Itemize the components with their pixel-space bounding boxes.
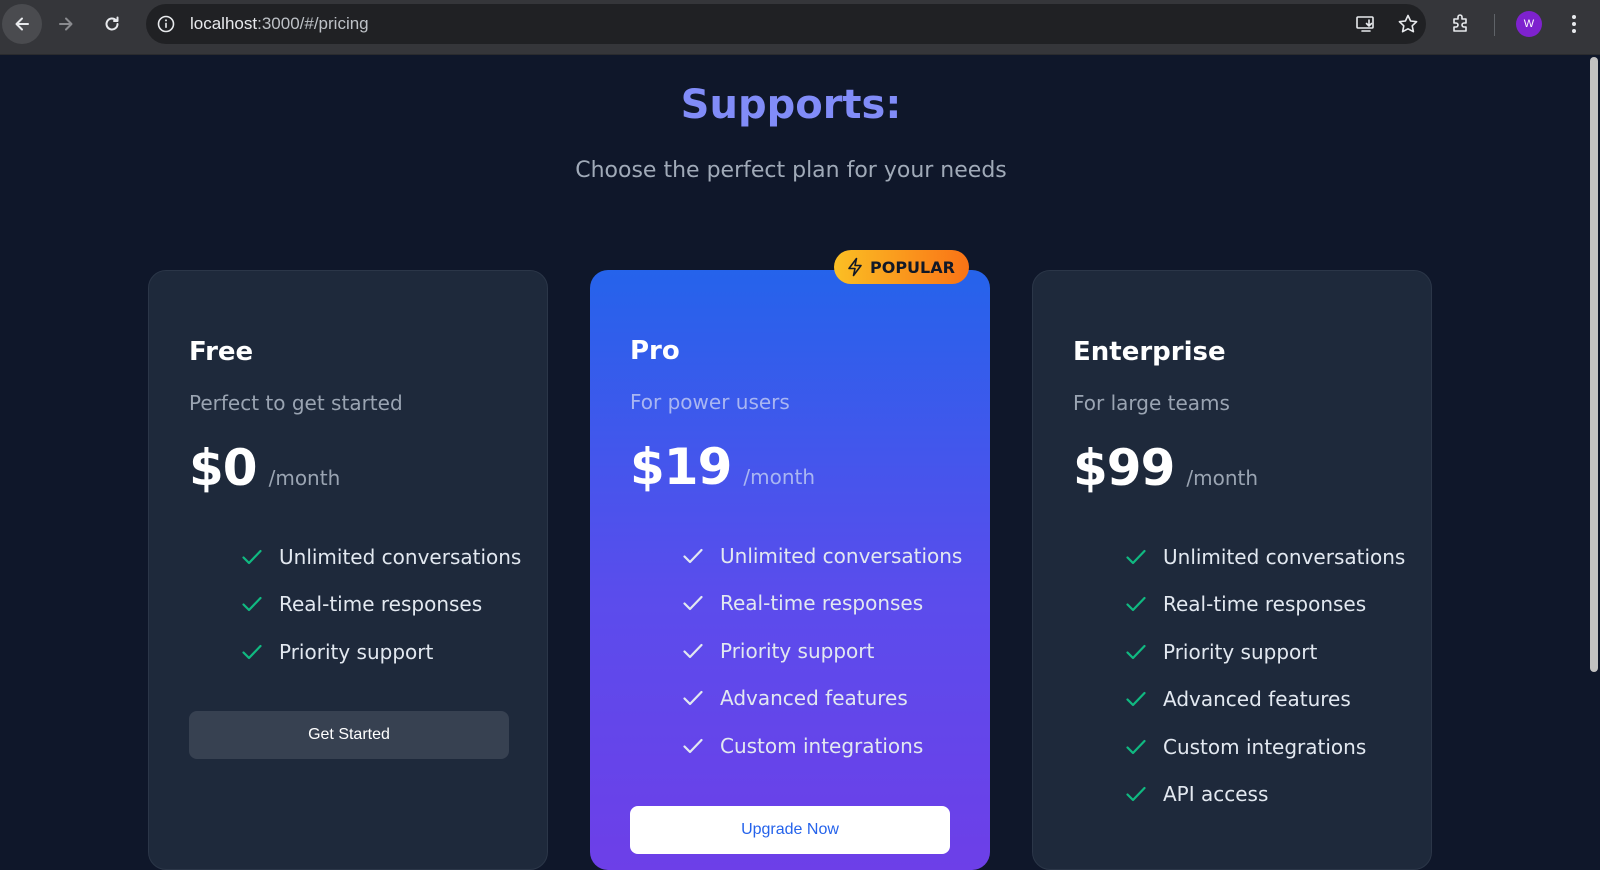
plan-card-free: Free Perfect to get started $0 /month Un… <box>148 270 548 870</box>
price-row: $0 /month <box>189 439 340 497</box>
check-icon <box>1125 783 1147 805</box>
get-started-button[interactable]: Get Started <box>189 711 509 759</box>
feature-label: Advanced features <box>720 686 908 711</box>
plan-period: /month <box>268 466 341 490</box>
feature-label: Priority support <box>279 639 434 664</box>
browser-menu-icon[interactable] <box>1560 8 1588 40</box>
price-row: $19 /month <box>630 438 815 496</box>
feature-label: Custom integrations <box>720 733 924 758</box>
feature-list: Unlimited conversations Real-time respon… <box>682 532 962 770</box>
page-title: Supports: <box>680 82 902 128</box>
check-icon <box>1125 736 1147 758</box>
check-icon <box>241 546 263 568</box>
profile-avatar[interactable]: W <box>1516 11 1542 37</box>
feature-item: Priority support <box>1125 628 1405 676</box>
plan-description: For power users <box>630 390 790 414</box>
feature-item: Priority support <box>682 627 962 675</box>
scrollbar-thumb[interactable] <box>1590 57 1598 672</box>
feature-item: Unlimited conversations <box>241 533 521 581</box>
feature-label: Priority support <box>1163 639 1318 664</box>
url-text[interactable]: localhost:3000/#/pricing <box>190 14 369 34</box>
check-icon <box>1125 641 1147 663</box>
back-button[interactable] <box>2 4 42 44</box>
feature-item: Real-time responses <box>682 580 962 628</box>
feature-list: Unlimited conversations Real-time respon… <box>241 533 521 676</box>
plan-name: Pro <box>630 336 680 366</box>
feature-label: Unlimited conversations <box>1163 544 1406 569</box>
feature-item: Real-time responses <box>1125 581 1405 629</box>
url-path: :3000/#/pricing <box>257 14 369 33</box>
feature-label: Advanced features <box>1163 687 1351 712</box>
feature-item: Custom integrations <box>682 722 962 770</box>
check-icon <box>241 641 263 663</box>
feature-item: Priority support <box>241 628 521 676</box>
extensions-puzzle-icon[interactable] <box>1446 8 1476 38</box>
reload-icon <box>105 16 119 31</box>
feature-label: Unlimited conversations <box>720 543 963 568</box>
url-host: localhost <box>190 14 258 33</box>
check-icon <box>682 545 704 567</box>
check-icon <box>241 593 263 615</box>
reload-button[interactable] <box>92 4 132 44</box>
feature-label: Real-time responses <box>279 592 483 617</box>
plan-period: /month <box>743 465 816 489</box>
plan-price: $99 <box>1073 439 1175 497</box>
forward-arrow-icon <box>59 17 73 31</box>
feature-label: Unlimited conversations <box>279 544 522 569</box>
feature-item: Advanced features <box>682 675 962 723</box>
site-info-icon[interactable] <box>154 12 178 36</box>
feature-label: API access <box>1163 782 1269 807</box>
check-icon <box>682 687 704 709</box>
browser-toolbar: localhost:3000/#/pricing W <box>0 0 1600 55</box>
check-icon <box>682 735 704 757</box>
feature-item: Unlimited conversations <box>682 532 962 580</box>
avatar-initial: W <box>1523 18 1535 30</box>
feature-item: API access <box>1125 771 1405 819</box>
bookmark-star-icon[interactable] <box>1396 12 1420 36</box>
check-icon <box>1125 546 1147 568</box>
price-row: $99 /month <box>1073 439 1258 497</box>
check-icon <box>682 592 704 614</box>
feature-item: Custom integrations <box>1125 723 1405 771</box>
check-icon <box>682 640 704 662</box>
feature-label: Real-time responses <box>1163 592 1367 617</box>
check-icon <box>1125 688 1147 710</box>
check-icon <box>1125 593 1147 615</box>
address-bar[interactable]: localhost:3000/#/pricing <box>146 4 1426 44</box>
plan-description: For large teams <box>1073 391 1230 415</box>
page-scrollbar[interactable] <box>1588 55 1600 848</box>
plan-name: Free <box>189 337 254 367</box>
feature-list: Unlimited conversations Real-time respon… <box>1125 533 1405 818</box>
page-subtitle: Choose the perfect plan for your needs <box>575 158 1007 183</box>
feature-label: Custom integrations <box>1163 734 1367 759</box>
plan-price: $0 <box>189 439 258 497</box>
lightning-icon <box>848 257 862 277</box>
plan-card-enterprise: Enterprise For large teams $99 /month Un… <box>1032 270 1432 870</box>
toolbar-separator <box>1494 14 1495 36</box>
feature-label: Priority support <box>720 638 875 663</box>
plan-price: $19 <box>630 438 732 496</box>
back-arrow-icon <box>15 17 29 31</box>
popular-badge: POPULAR <box>834 250 969 284</box>
install-app-icon[interactable] <box>1354 12 1378 36</box>
plan-period: /month <box>1186 466 1259 490</box>
plan-name: Enterprise <box>1073 337 1226 367</box>
upgrade-now-button[interactable]: Upgrade Now <box>630 806 950 854</box>
forward-button[interactable] <box>46 4 86 44</box>
feature-label: Real-time responses <box>720 591 924 616</box>
popular-badge-label: POPULAR <box>870 257 955 277</box>
feature-item: Unlimited conversations <box>1125 533 1405 581</box>
feature-item: Advanced features <box>1125 676 1405 724</box>
plan-card-pro: Pro For power users $19 /month Unlimited… <box>590 270 990 870</box>
plan-description: Perfect to get started <box>189 391 403 415</box>
feature-item: Real-time responses <box>241 581 521 629</box>
